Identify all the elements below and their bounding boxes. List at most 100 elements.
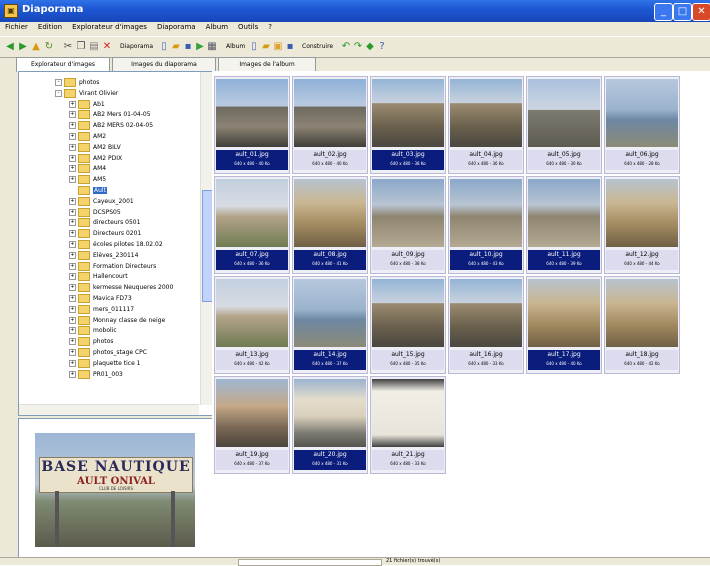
open-album-icon[interactable]: ▰ [260,41,272,53]
thumbnail-item[interactable]: ault_12.jpg 640 x 480 - 44 Ko [604,176,680,274]
collapse-icon[interactable]: - [55,79,62,86]
thumbnail-image[interactable] [216,379,288,447]
tree-item[interactable]: + écoles pilotes 18.02.02 [69,240,163,249]
thumbnail-item[interactable]: ault_10.jpg 640 x 480 - 43 Ko [448,176,524,274]
thumbnail-item[interactable]: ault_02.jpg 640 x 480 - 40 Ko [292,76,368,174]
slideshow-settings-icon[interactable]: ▦ [206,41,218,53]
play-slideshow-icon[interactable]: ▶ [194,41,206,53]
expand-icon[interactable]: + [69,316,76,324]
thumbnail-image[interactable] [372,279,444,347]
tree-item[interactable]: - Virant Olivier [55,88,118,98]
tree-item[interactable]: - photos [55,78,99,87]
tree-item[interactable]: + Hallencourt [69,272,128,282]
tree-item[interactable]: + AM5 [69,175,106,185]
thumbnail-image[interactable] [606,279,678,347]
thumbnail-image[interactable] [528,79,600,147]
tree-item[interactable]: + kermesse Neuqueres 2000 [69,283,173,293]
collapse-icon[interactable]: - [55,89,62,97]
thumbnail-image[interactable] [606,79,678,147]
expand-icon[interactable]: + [69,251,76,259]
tree-item[interactable]: + Cayeux_2001 [69,196,134,206]
open-slideshow-icon[interactable]: ▰ [170,41,182,53]
tree-item[interactable]: + directeurs 0501 [69,218,140,228]
tree-item[interactable]: + Directeurs 0201 [69,229,141,239]
expand-icon[interactable]: + [69,338,76,346]
expand-icon[interactable]: + [69,370,76,378]
menu-help[interactable]: ? [263,22,277,31]
tree-item[interactable]: + AM2 [69,132,106,141]
tree-item[interactable]: + mers_011117 [69,304,134,314]
tree-item[interactable]: + Elèves_230114 [69,250,138,260]
back-icon[interactable]: ◀ [4,41,16,53]
thumbnail-image[interactable] [216,79,288,147]
expand-icon[interactable]: + [69,327,76,335]
thumbnail-image[interactable] [450,79,522,147]
menu-outils[interactable]: Outils [233,22,263,31]
copy-icon[interactable]: ❐ [75,41,87,53]
help-icon[interactable]: ? [376,41,388,53]
expand-icon[interactable]: + [69,284,76,292]
thumbnail-item[interactable]: ault_16.jpg 640 x 480 - 33 Ko [448,276,524,374]
thumbnail-item[interactable]: ault_08.jpg 640 x 480 - 41 Ko [292,176,368,274]
thumbnail-item[interactable]: ault_14.jpg 640 x 480 - 37 Ko [292,276,368,374]
tab-images-diaporama[interactable]: Images du diaporama [112,57,216,71]
tree-item[interactable]: + Formation Directeurs [69,261,156,271]
tree-item[interactable]: + AM2 PDIX [69,153,122,163]
menu-diaporama[interactable]: Diaporama [152,22,201,31]
thumbnail-image[interactable] [606,179,678,247]
expand-icon[interactable]: + [69,100,76,108]
thumbnail-item[interactable]: ault_01.jpg 640 x 480 - 40 Ko [214,76,290,174]
expand-icon[interactable]: + [69,305,76,313]
rotate-right-icon[interactable]: ↷ [352,41,364,53]
forward-icon[interactable]: ▶ [17,41,29,53]
tree-item[interactable]: + Ab1 [69,99,105,109]
expand-icon[interactable]: + [69,359,76,367]
save-album-icon[interactable]: ▪ [284,41,296,53]
tree-item[interactable]: + Mavica FD73 [69,294,132,303]
menu-edition[interactable]: Edition [33,22,67,31]
expand-icon[interactable]: + [69,273,76,281]
expand-icon[interactable]: + [69,208,76,216]
expand-icon[interactable]: + [69,133,76,140]
thumbnail-image[interactable] [528,279,600,347]
album-folder-icon[interactable]: ▣ [272,41,284,53]
expand-icon[interactable]: + [69,349,76,356]
expand-icon[interactable]: + [69,165,76,173]
thumbnail-image[interactable] [450,179,522,247]
expand-icon[interactable]: + [69,111,76,119]
close-button[interactable]: ✕ [692,3,710,21]
thumbnail-item[interactable]: ault_17.jpg 640 x 480 - 40 Ko [526,276,602,374]
menu-album[interactable]: Album [201,22,233,31]
thumbnail-item[interactable]: ault_18.jpg 640 x 480 - 42 Ko [604,276,680,374]
thumbnail-item[interactable]: ault_04.jpg 640 x 480 - 36 Ko [448,76,524,174]
paste-icon[interactable]: ▤ [88,41,100,53]
thumbnail-item[interactable]: ault_13.jpg 640 x 480 - 42 Ko [214,276,290,374]
tab-images-album[interactable]: Images de l'album [218,57,316,71]
tree-item[interactable]: + Monnay classe de neige [69,315,165,325]
thumbnail-item[interactable]: ault_07.jpg 640 x 480 - 36 Ko [214,176,290,274]
expand-icon[interactable]: + [69,262,76,270]
thumbnail-image[interactable] [294,279,366,347]
expand-icon[interactable]: + [69,154,76,162]
new-album-icon[interactable]: ▯ [248,41,260,53]
expand-icon[interactable]: + [69,219,76,227]
tree-item[interactable]: + AB2 Mers 01-04-05 [69,110,151,120]
thumbnail-item[interactable]: ault_15.jpg 640 x 480 - 35 Ko [370,276,446,374]
save-slideshow-icon[interactable]: ▪ [182,41,194,53]
up-folder-icon[interactable]: ▲ [30,41,42,53]
thumbnail-image[interactable] [528,179,600,247]
thumbnail-item[interactable]: ault_09.jpg 640 x 480 - 38 Ko [370,176,446,274]
tree-item[interactable]: + photos_stage CPC [69,348,147,357]
thumbnail-item[interactable]: ault_06.jpg 640 x 480 - 28 Ko [604,76,680,174]
tree-item[interactable]: + plaquette tice 1 [69,358,141,368]
thumbnail-item[interactable]: ault_05.jpg 640 x 480 - 30 Ko [526,76,602,174]
thumbnail-image[interactable] [372,79,444,147]
minimize-button[interactable]: _ [654,3,673,21]
thumbnail-item[interactable]: ault_11.jpg 640 x 480 - 39 Ko [526,176,602,274]
thumbnail-image[interactable] [450,279,522,347]
refresh-icon[interactable]: ↻ [43,41,55,53]
prev-image-icon[interactable]: ◆ [364,41,376,53]
expand-icon[interactable]: + [69,122,76,130]
thumbnail-image[interactable] [372,179,444,247]
maximize-button[interactable]: □ [673,3,692,21]
